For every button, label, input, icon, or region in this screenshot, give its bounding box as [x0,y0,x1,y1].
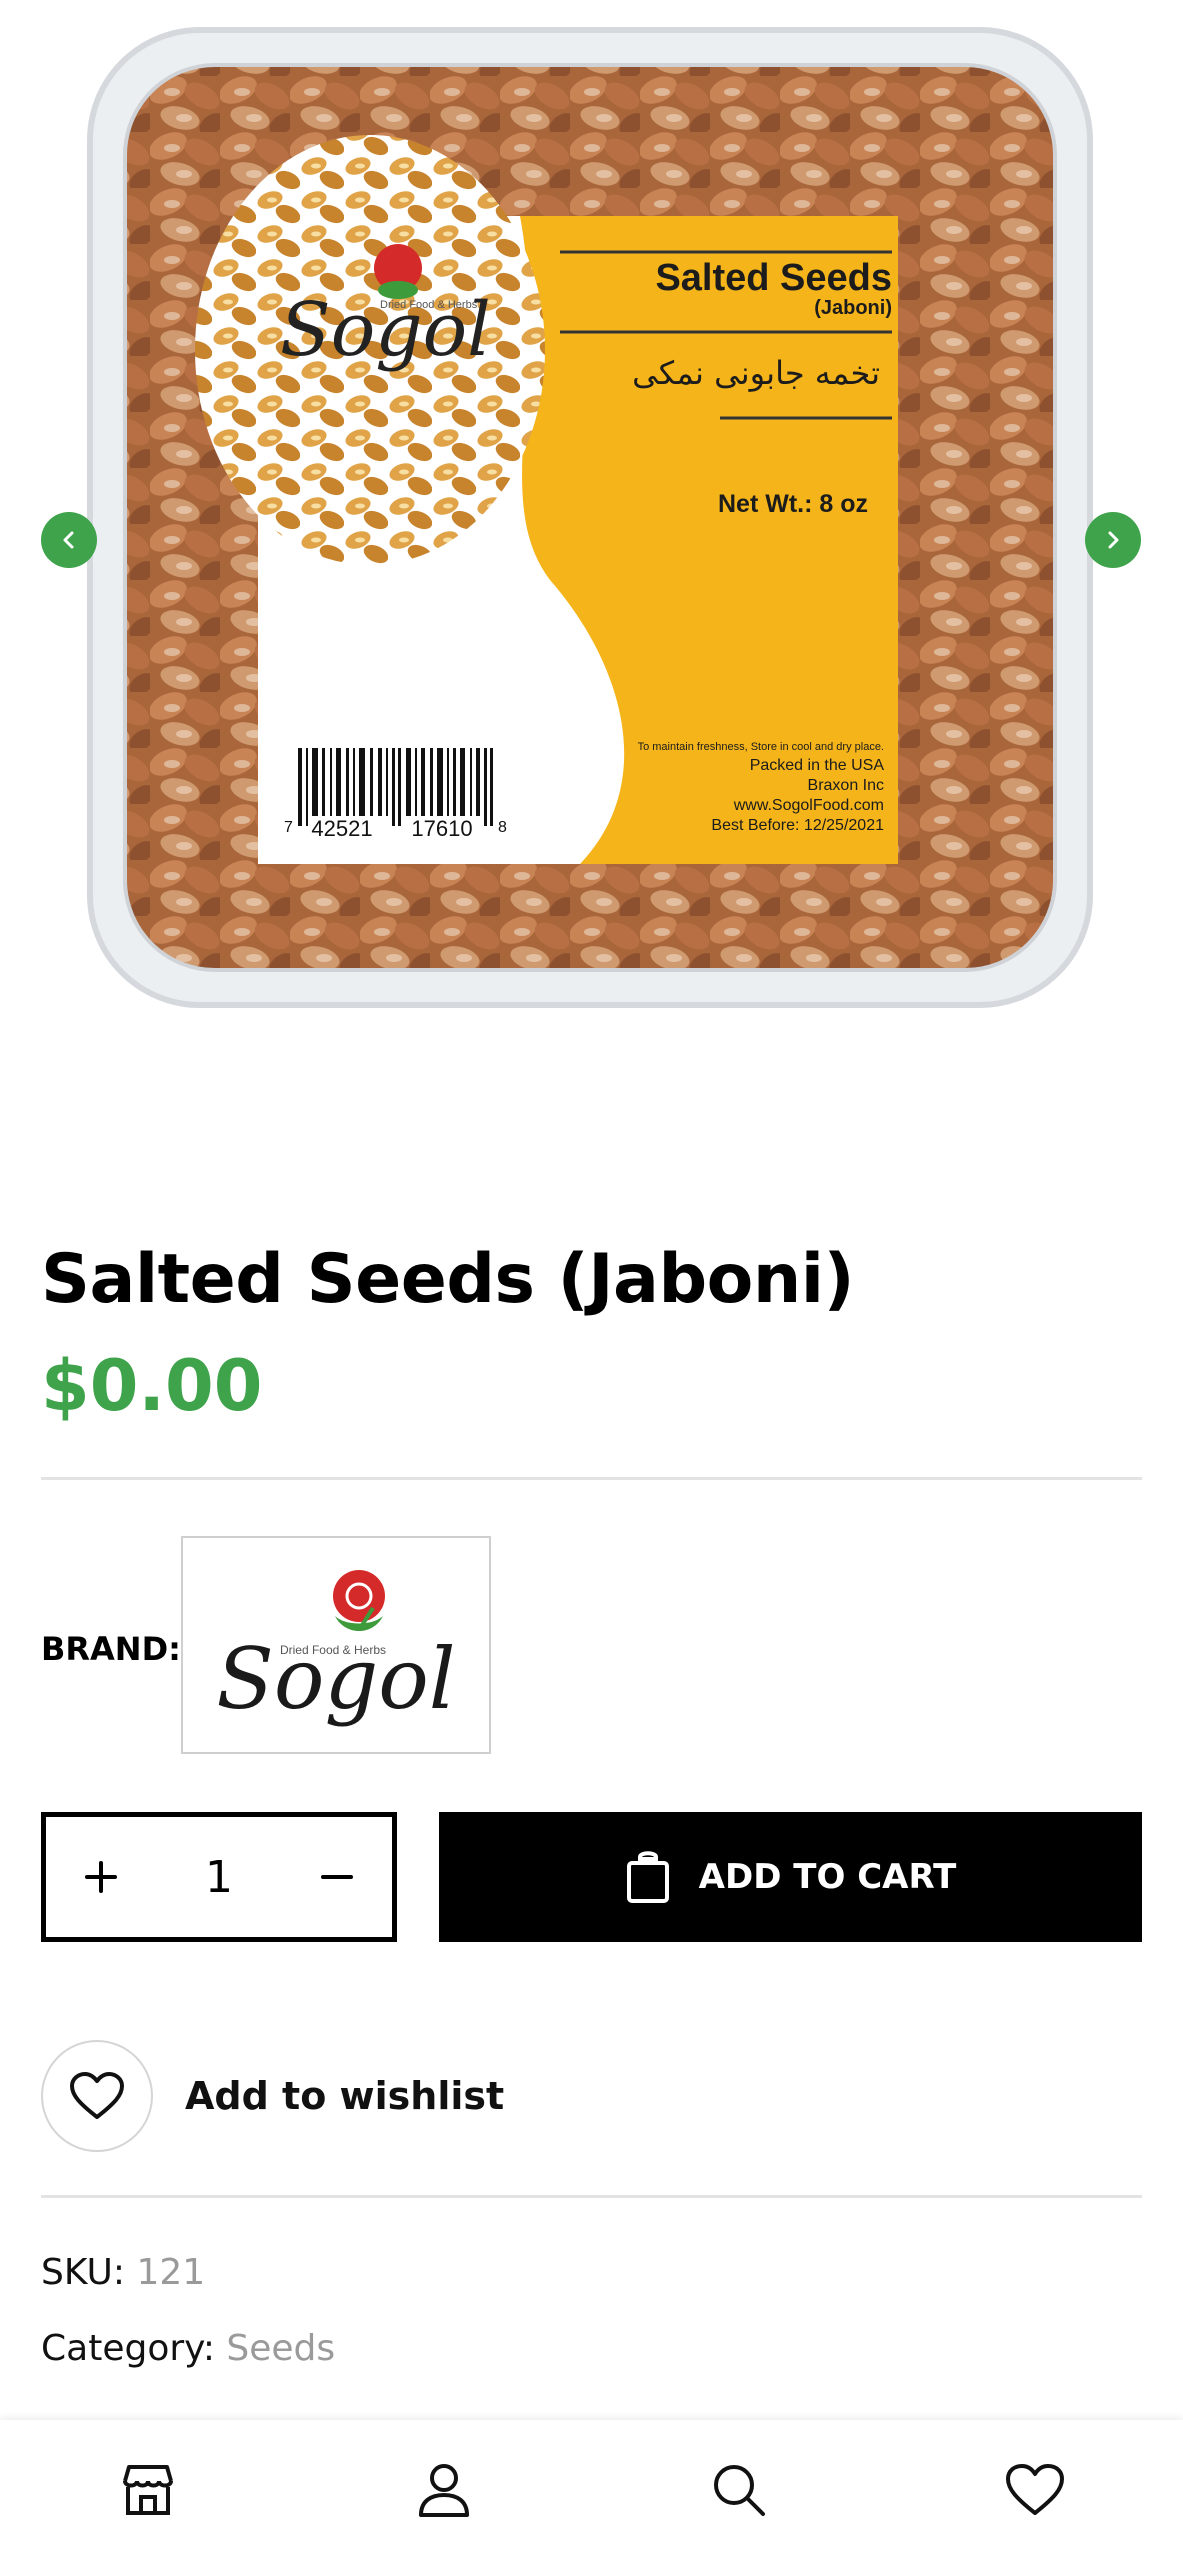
quantity-input[interactable]: 1 [156,1852,282,1903]
search-icon [714,2465,766,2516]
nav-account[interactable] [296,2420,592,2560]
divider [41,2195,1142,2198]
svg-text:Dried Food & Herbs: Dried Food & Herbs [380,299,478,311]
nav-shop[interactable] [0,2420,296,2560]
svg-text:Packed in the USA: Packed in the USA [750,757,885,774]
product-image: Sogol Dried Food & Herbs Salted Seeds (J… [87,27,1093,1008]
category-link[interactable]: Seeds [226,2328,335,2369]
heart-icon [70,2072,124,2119]
add-to-wishlist-link[interactable]: Add to wishlist [185,2074,504,2118]
brand-logo: Sogol Dried Food & Herbs [216,1570,456,1728]
svg-text:Best Before: 12/25/2021: Best Before: 12/25/2021 [711,817,884,834]
add-to-cart-label: ADD TO CART [698,1857,957,1897]
svg-text:www.SogolFood.com: www.SogolFood.com [733,797,884,814]
svg-text:Salted Seeds: Salted Seeds [655,257,892,299]
quantity-stepper: 1 [41,1812,397,1942]
shopping-bag-icon [626,1851,669,1903]
add-to-cart-button[interactable]: ADD TO CART [439,1812,1142,1942]
category-row: Category: Seeds [41,2328,335,2369]
nav-wishlist[interactable] [887,2420,1183,2560]
svg-text:To maintain freshness, Store i: To maintain freshness, Store in cool and… [638,741,884,753]
svg-text:Net Wt.: 8 oz: Net Wt.: 8 oz [718,490,868,518]
chevron-right-icon [1108,531,1119,549]
svg-text:(Jaboni): (Jaboni) [814,297,892,319]
user-icon [418,2464,469,2517]
product-title: Salted Seeds (Jaboni) [41,1240,855,1319]
svg-text:8: 8 [498,819,507,836]
svg-text:Braxon Inc: Braxon Inc [808,777,884,794]
plus-icon [85,1861,117,1893]
chevron-left-icon [63,531,74,549]
svg-text:7: 7 [284,819,293,836]
category-label: Category: [41,2328,215,2369]
svg-text:Dried Food & Herbs: Dried Food & Herbs [280,1643,386,1657]
quantity-plus-button[interactable] [46,1817,156,1937]
product-gallery: Sogol Dried Food & Herbs Salted Seeds (J… [0,0,1183,1090]
svg-text:تخمه جابونی نمکی: تخمه جابونی نمکی [632,354,880,392]
product-price: $0.00 [41,1345,263,1427]
wishlist-button[interactable] [41,2040,153,2152]
heart-icon [1006,2464,1065,2515]
minus-icon [321,1875,353,1879]
shop-icon [122,2465,173,2515]
svg-text:17610: 17610 [411,816,472,841]
brand-logo-link[interactable]: Sogol Dried Food & Herbs [181,1536,491,1754]
divider [41,1477,1142,1480]
svg-text:42521: 42521 [311,816,372,841]
brand-label: BRAND: [41,1630,181,1668]
gallery-prev-button[interactable] [41,512,97,568]
sku-label: SKU: [41,2252,125,2293]
sku-row: SKU: 121 [41,2252,205,2293]
gallery-next-button[interactable] [1085,512,1141,568]
quantity-minus-button[interactable] [282,1817,392,1937]
bottom-navigation [0,2420,1183,2560]
sku-value: 121 [136,2252,206,2293]
nav-search[interactable] [592,2420,888,2560]
